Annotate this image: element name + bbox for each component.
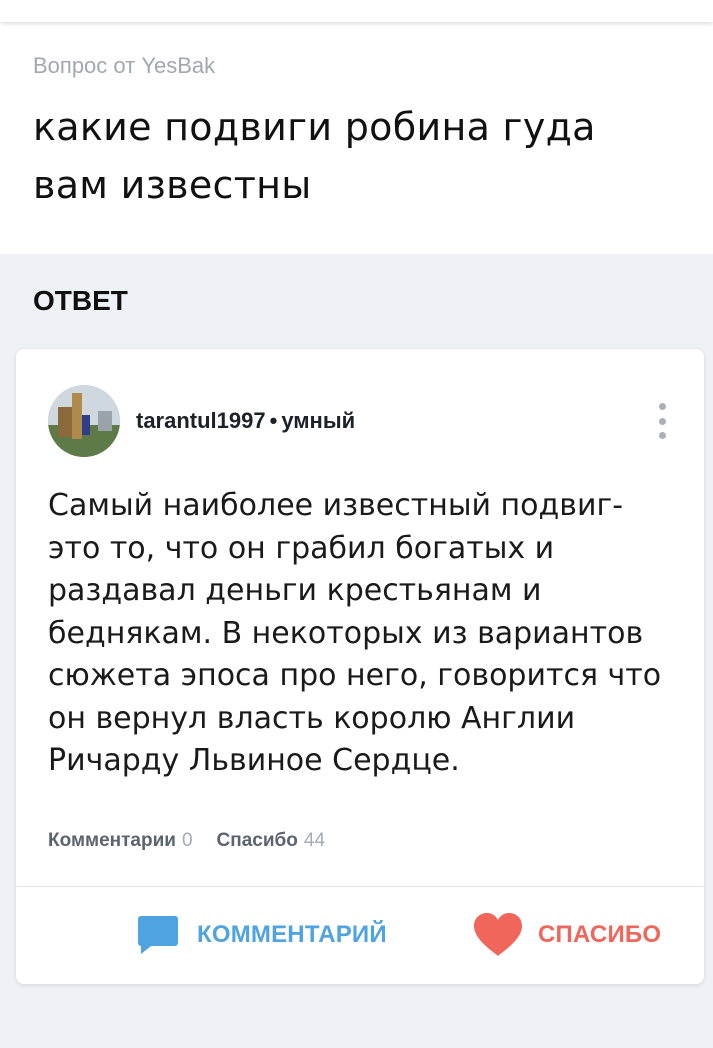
avatar[interactable] — [48, 385, 120, 457]
author-username[interactable]: tarantul1997 — [136, 408, 266, 433]
top-bar — [0, 0, 713, 22]
answers-heading: ОТВЕТ — [33, 285, 128, 316]
author-separator: • — [269, 408, 278, 433]
speech-bubble-icon — [138, 916, 178, 954]
heart-icon — [474, 913, 522, 956]
thanks-stat-label: Спасибо — [216, 830, 298, 851]
answer-card: tarantul1997 • умный Самый наиболее извест… — [16, 349, 704, 984]
menu-dot — [658, 432, 666, 439]
comment-button[interactable]: КОММЕНТАРИЙ — [137, 913, 387, 957]
comments-stat-label: Комментарии — [48, 830, 176, 851]
menu-dot — [658, 403, 666, 410]
thanks-button[interactable]: СПАСИБО — [472, 913, 661, 957]
answer-author-row: tarantul1997 • умный — [48, 385, 672, 457]
thanks-stat[interactable]: Спасибо 44 — [217, 829, 326, 853]
avatar-photo — [48, 385, 120, 457]
thanks-button-label: СПАСИБО — [538, 921, 662, 948]
answer-actions: КОММЕНТАРИЙ СПАСИБО — [16, 887, 704, 984]
comment-button-label: КОММЕНТАРИЙ — [197, 921, 387, 948]
more-vertical-icon[interactable] — [652, 403, 672, 439]
author-rank: умный — [281, 408, 356, 433]
thanks-count: 44 — [303, 830, 326, 851]
question-block: Вопрос от YesBak какие подвиги робина гу… — [0, 22, 713, 254]
question-author[interactable]: Вопрос от YesBak — [33, 52, 680, 80]
menu-dot — [658, 417, 666, 425]
answer-stats: Комментарии 0 Спасибо 44 — [48, 829, 325, 853]
answer-author[interactable]: tarantul1997 • умный — [136, 407, 355, 435]
comments-count: 0 — [181, 830, 193, 851]
comments-stat[interactable]: Комментарии 0 — [48, 829, 193, 853]
answer-text: Самый наиболее известный подвиг- это то,… — [48, 488, 662, 778]
question-title: какие подвиги робина гуда вам известны — [33, 105, 596, 207]
